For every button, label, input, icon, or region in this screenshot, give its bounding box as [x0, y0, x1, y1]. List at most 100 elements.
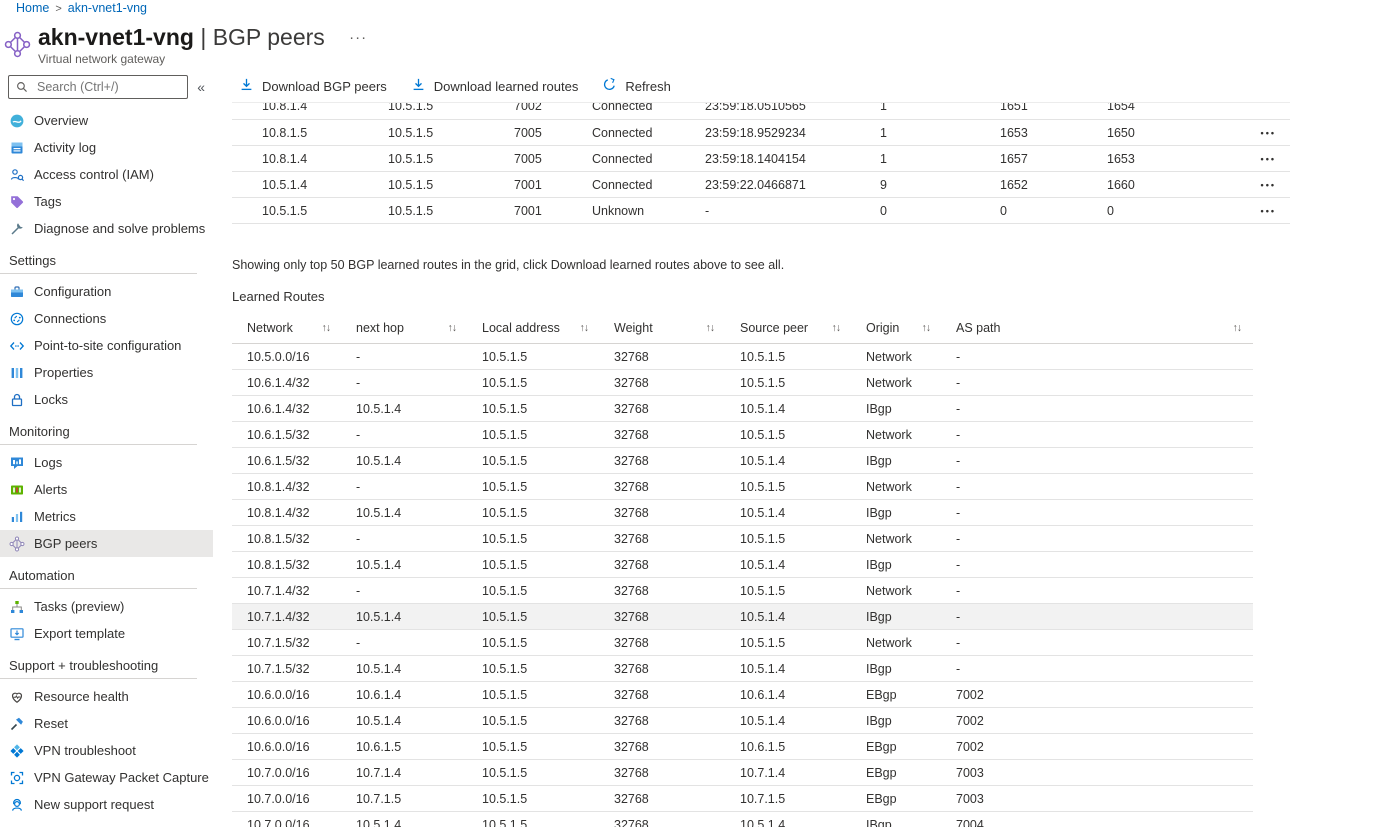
- learned-route-cell: 10.5.1.5: [482, 740, 614, 754]
- row-context-menu-button[interactable]: •••: [1237, 206, 1290, 216]
- learned-route-row[interactable]: 10.6.1.4/32-10.5.1.53276810.5.1.5Network…: [232, 370, 1253, 396]
- sidebar-item-reset[interactable]: Reset: [0, 710, 213, 737]
- more-options-button[interactable]: ···: [349, 25, 367, 51]
- learned-route-cell: 10.5.1.5: [482, 350, 614, 364]
- sort-icon[interactable]: ↑↓: [832, 322, 841, 334]
- learned-route-row[interactable]: 10.6.0.0/1610.5.1.410.5.1.53276810.5.1.4…: [232, 708, 1253, 734]
- column-header-network[interactable]: Network↑↓: [232, 321, 356, 335]
- learned-route-row[interactable]: 10.7.1.4/3210.5.1.410.5.1.53276810.5.1.4…: [232, 604, 1253, 630]
- bgp-peer-cell: 0: [880, 204, 1000, 218]
- learned-route-cell: 10.6.1.4: [356, 688, 482, 702]
- column-header-label: next hop: [356, 321, 404, 335]
- sidebar-item-resource-health[interactable]: Resource health: [0, 683, 213, 710]
- sidebar-item-locks[interactable]: Locks: [0, 386, 213, 413]
- learned-route-cell: 10.5.1.4: [356, 610, 482, 624]
- learned-route-cell: 10.7.1.4: [740, 766, 866, 780]
- download-bgp-peers-button[interactable]: Download BGP peers: [239, 77, 387, 95]
- learned-route-row[interactable]: 10.7.0.0/1610.5.1.410.5.1.53276810.5.1.4…: [232, 812, 1253, 827]
- sidebar-item-metrics[interactable]: Metrics: [0, 503, 213, 530]
- learned-route-row[interactable]: 10.8.1.4/3210.5.1.410.5.1.53276810.5.1.4…: [232, 500, 1253, 526]
- learned-route-row[interactable]: 10.5.0.0/16-10.5.1.53276810.5.1.5Network…: [232, 344, 1253, 370]
- sidebar-item-tags[interactable]: Tags: [0, 188, 213, 215]
- sort-icon[interactable]: ↑↓: [580, 322, 589, 334]
- learned-route-cell: -: [956, 558, 1253, 572]
- row-context-menu-button[interactable]: •••: [1237, 154, 1290, 164]
- learned-route-cell: 32768: [614, 454, 740, 468]
- column-header-source-peer[interactable]: Source peer ↑↓: [740, 321, 866, 335]
- sort-icon[interactable]: ↑↓: [322, 322, 331, 334]
- row-context-menu-button[interactable]: •••: [1237, 180, 1290, 190]
- learned-route-row[interactable]: 10.7.1.4/32-10.5.1.53276810.5.1.5Network…: [232, 578, 1253, 604]
- learned-route-cell: IBgp: [866, 558, 956, 572]
- learned-route-cell: -: [356, 532, 482, 546]
- column-header-label: Source peer: [740, 321, 808, 335]
- sidebar-item-new-support-request[interactable]: New support request: [0, 791, 213, 818]
- bgp-peer-row[interactable]: 10.5.1.510.5.1.57001Unknown-000•••: [232, 198, 1290, 224]
- column-header-as-path[interactable]: AS path↑↓: [956, 321, 1253, 335]
- bgp-peer-cell: 10.5.1.4: [232, 178, 388, 192]
- learned-route-row[interactable]: 10.7.1.5/32-10.5.1.53276810.5.1.5Network…: [232, 630, 1253, 656]
- sort-icon[interactable]: ↑↓: [1233, 322, 1242, 334]
- learned-route-row[interactable]: 10.8.1.5/32-10.5.1.53276810.5.1.5Network…: [232, 526, 1253, 552]
- column-header-weight[interactable]: Weight↑↓: [614, 321, 740, 335]
- bgp-peer-row[interactable]: 10.8.1.410.5.1.57002Connected23:59:18.05…: [232, 102, 1290, 118]
- sidebar-item-logs[interactable]: Logs: [0, 449, 213, 476]
- learned-route-row[interactable]: 10.7.0.0/1610.7.1.410.5.1.53276810.7.1.4…: [232, 760, 1253, 786]
- bgp-peer-cell: 9: [880, 178, 1000, 192]
- learned-route-row[interactable]: 10.6.0.0/1610.6.1.510.5.1.53276810.6.1.5…: [232, 734, 1253, 760]
- learned-route-cell: 32768: [614, 610, 740, 624]
- learned-route-row[interactable]: 10.6.1.5/3210.5.1.410.5.1.53276810.5.1.4…: [232, 448, 1253, 474]
- sidebar-item-access-control-iam[interactable]: Access control (IAM): [0, 161, 213, 188]
- sidebar-item-configuration[interactable]: Configuration: [0, 278, 213, 305]
- learned-route-row[interactable]: 10.7.0.0/1610.7.1.510.5.1.53276810.7.1.5…: [232, 786, 1253, 812]
- learned-route-cell: 10.5.1.5: [482, 532, 614, 546]
- bgp-peer-row[interactable]: 10.8.1.410.5.1.57005Connected23:59:18.14…: [232, 146, 1290, 172]
- sort-icon[interactable]: ↑↓: [922, 322, 931, 334]
- bgp-peer-row[interactable]: 10.5.1.410.5.1.57001Connected23:59:22.04…: [232, 172, 1290, 198]
- learned-route-cell: 10.5.1.4: [356, 454, 482, 468]
- bgp-peer-cell: 23:59:18.9529234: [705, 126, 880, 140]
- learned-route-row[interactable]: 10.7.1.5/3210.5.1.410.5.1.53276810.5.1.4…: [232, 656, 1253, 682]
- learned-route-cell: 10.6.1.5/32: [232, 454, 356, 468]
- bgp-peer-cell: 1657: [1000, 152, 1107, 166]
- learned-routes-title: Learned Routes: [232, 289, 1376, 304]
- learned-route-row[interactable]: 10.6.1.5/32-10.5.1.53276810.5.1.5Network…: [232, 422, 1253, 448]
- sidebar-item-vpn-troubleshoot[interactable]: VPN troubleshoot: [0, 737, 213, 764]
- download-learned-routes-button[interactable]: Download learned routes: [411, 77, 579, 95]
- bgp-peer-row[interactable]: 10.8.1.510.5.1.57005Connected23:59:18.95…: [232, 120, 1290, 146]
- sidebar-search-box[interactable]: [8, 75, 188, 99]
- sidebar-item-bgp-peers[interactable]: BGP peers: [0, 530, 213, 557]
- learned-route-cell: 7004: [956, 818, 1253, 827]
- row-context-menu-button[interactable]: •••: [1237, 128, 1290, 138]
- sidebar-item-activity-log[interactable]: Activity log: [0, 134, 213, 161]
- learned-route-cell: 10.5.1.5: [482, 688, 614, 702]
- bgp-peers-table: 10.8.1.410.5.1.57002Connected23:59:18.05…: [232, 102, 1290, 224]
- learned-route-row[interactable]: 10.6.0.0/1610.6.1.410.5.1.53276810.6.1.4…: [232, 682, 1253, 708]
- refresh-button[interactable]: Refresh: [602, 77, 671, 95]
- learned-route-row[interactable]: 10.6.1.4/3210.5.1.410.5.1.53276810.5.1.4…: [232, 396, 1253, 422]
- sidebar-item-overview[interactable]: Overview: [0, 107, 213, 134]
- learned-route-cell: 32768: [614, 662, 740, 676]
- sort-icon[interactable]: ↑↓: [706, 322, 715, 334]
- collapse-sidebar-button[interactable]: «: [197, 79, 205, 95]
- column-header-next-hop[interactable]: next hop ↑↓: [356, 321, 482, 335]
- sidebar-item-alerts[interactable]: Alerts: [0, 476, 213, 503]
- breadcrumb-home-link[interactable]: Home: [16, 1, 49, 15]
- learned-route-cell: 10.5.1.5: [740, 532, 866, 546]
- sidebar-item-diagnose-and-solve-problems[interactable]: Diagnose and solve problems: [0, 215, 213, 242]
- sidebar-item-vpn-gateway-packet-capture[interactable]: VPN Gateway Packet Capture: [0, 764, 213, 791]
- sidebar-item-connections[interactable]: Connections: [0, 305, 213, 332]
- breadcrumb-resource-link[interactable]: akn-vnet1-vng: [68, 1, 147, 15]
- sidebar-item-properties[interactable]: Properties: [0, 359, 213, 386]
- search-input[interactable]: [35, 79, 181, 95]
- column-header-local-address[interactable]: Local address↑↓: [482, 321, 614, 335]
- learned-route-row[interactable]: 10.8.1.4/32-10.5.1.53276810.5.1.5Network…: [232, 474, 1253, 500]
- sort-icon[interactable]: ↑↓: [448, 322, 457, 334]
- sidebar-item-export-template[interactable]: Export template: [0, 620, 213, 647]
- sidebar-item-point-to-site-configuration[interactable]: Point-to-site configuration: [0, 332, 213, 359]
- learned-route-cell: 10.5.1.4: [740, 662, 866, 676]
- column-header-origin[interactable]: Origin ↑↓: [866, 321, 956, 335]
- sidebar-item-tasks-preview[interactable]: Tasks (preview): [0, 593, 213, 620]
- learned-route-row[interactable]: 10.8.1.5/3210.5.1.410.5.1.53276810.5.1.4…: [232, 552, 1253, 578]
- column-header-label: Origin: [866, 321, 899, 335]
